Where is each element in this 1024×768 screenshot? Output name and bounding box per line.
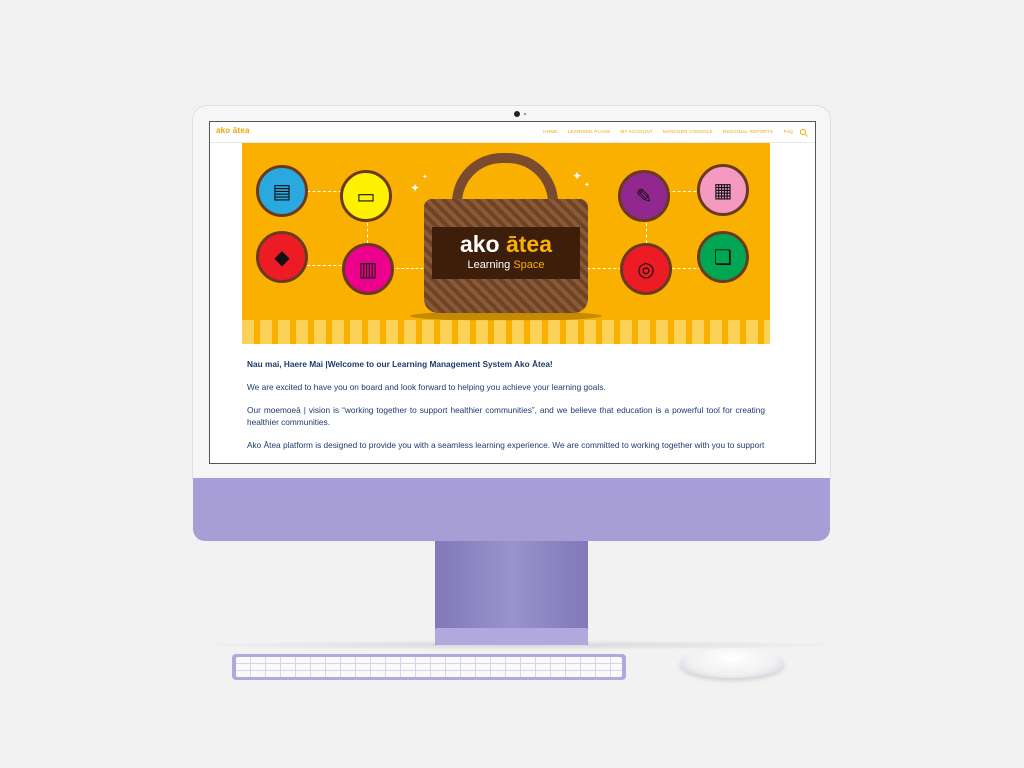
presentation-board-icon: ▦ [697, 164, 749, 216]
computer-cursor-icon: ▭ [340, 170, 392, 222]
banner-title-accent: ātea [505, 231, 553, 257]
nav-item-regional-reports[interactable]: REGIONAL REPORTS [723, 129, 773, 134]
graduation-cap-icon: ◆ [256, 231, 308, 283]
sparkle-icon: ✦ [584, 182, 590, 189]
camera-sensor [524, 113, 526, 115]
camera-icon [514, 111, 520, 117]
main-menu: HOME LEARNING PLANS MY ACCOUNT MANAGER C… [543, 129, 773, 134]
banner-subtitle: Learning Space [432, 259, 580, 271]
screen: ako ātea HOME LEARNING PLANS MY ACCOUNT … [209, 121, 816, 464]
banner-connector [646, 223, 647, 243]
sparkle-icon: ✦ [422, 174, 428, 181]
hero-banner: ▤ ▭ ◆ ▥ ✎ ▦ ◎ ❏ ✦ ✦ ✦ ✦ ako ātea Learnin… [242, 143, 770, 344]
nav-item-faq[interactable]: FAQ [784, 129, 793, 134]
nav-item-manager-console[interactable]: MANAGER CONSOLE [663, 129, 713, 134]
keyboard-keys [236, 657, 622, 677]
banner-title: ako ātea [432, 231, 580, 257]
monitor-chin [193, 478, 830, 541]
search-icon[interactable] [800, 129, 806, 135]
welcome-paragraph-2: Our moemoeā | vision is “working togethe… [247, 405, 765, 427]
nav-item-home[interactable]: HOME [543, 129, 558, 134]
web-search-icon: ◎ [620, 243, 672, 295]
banner-subtitle-main: Learning [467, 259, 511, 271]
welcome-heading: Nau mai, Haere Mai |Welcome to our Learn… [247, 359, 553, 369]
banner-title-main: ako [459, 231, 500, 257]
monitor-stand-foot [435, 628, 588, 645]
open-book-idea-icon: ❏ [697, 231, 749, 283]
mouse [680, 648, 784, 678]
decorative-pattern-band [242, 320, 770, 344]
sparkle-icon: ✦ [572, 169, 583, 183]
certificate-search-icon: ▤ [256, 165, 308, 217]
top-navigation: ako ātea HOME LEARNING PLANS MY ACCOUNT … [210, 122, 815, 143]
banner-connector [367, 223, 368, 243]
site-logo[interactable]: ako ātea [216, 126, 250, 135]
pencil-ruler-icon: ✎ [618, 170, 670, 222]
banner-subtitle-accent: Space [513, 259, 545, 271]
welcome-paragraph-1: We are excited to have you on board and … [247, 382, 606, 392]
sparkle-icon: ✦ [410, 181, 421, 195]
nav-item-learning-plans[interactable]: LEARNING PLANS [568, 129, 611, 134]
books-icon: ▥ [342, 243, 394, 295]
nav-item-my-account[interactable]: MY ACCOUNT [620, 129, 653, 134]
welcome-content: Nau mai, Haere Mai |Welcome to our Learn… [247, 358, 765, 462]
welcome-paragraph-3: Ako Ātea platform is designed to provide… [247, 440, 765, 450]
